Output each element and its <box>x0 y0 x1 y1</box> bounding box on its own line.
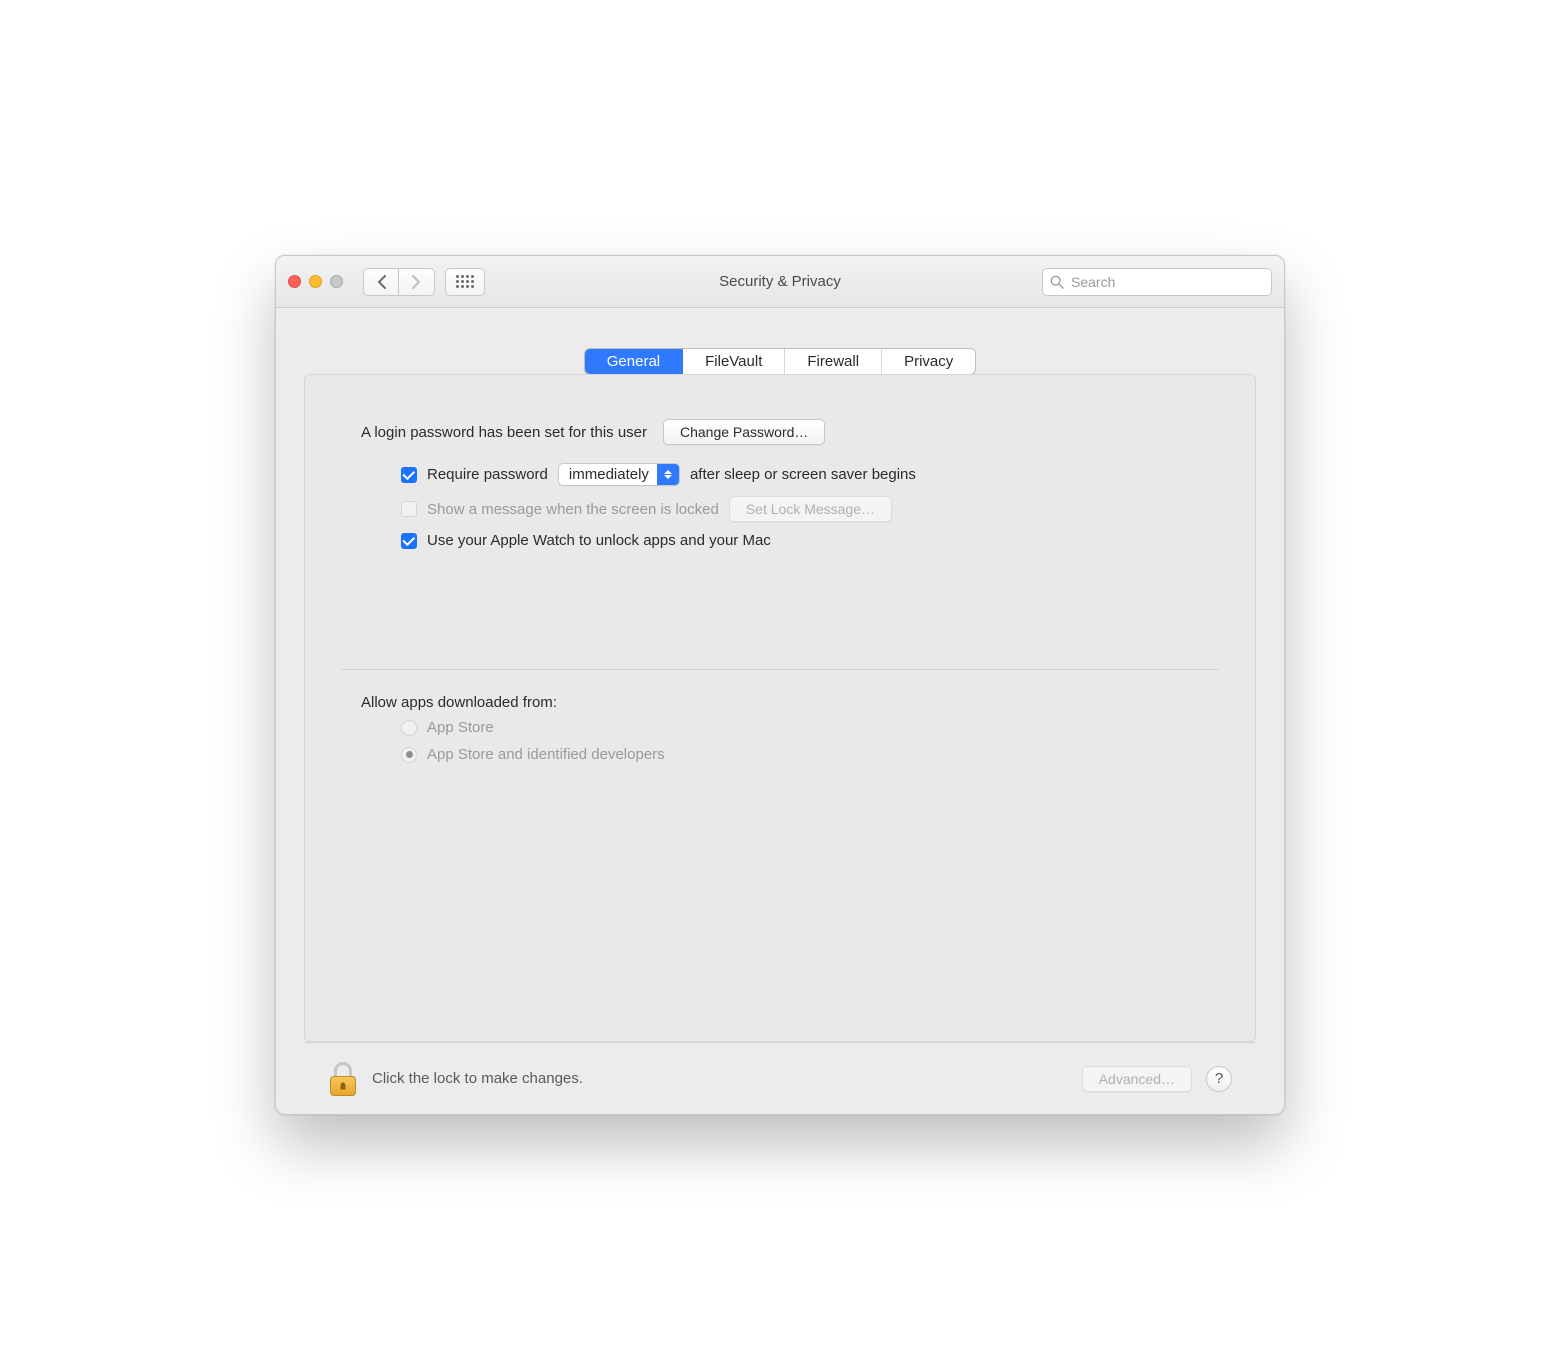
require-password-label-after: after sleep or screen saver begins <box>690 466 916 483</box>
nav-buttons <box>363 268 435 296</box>
require-password-label-before: Require password <box>427 466 548 483</box>
tab-general[interactable]: General <box>585 349 683 374</box>
search-wrap <box>1042 268 1272 296</box>
login-password-row: A login password has been set for this u… <box>361 419 1199 445</box>
set-lock-message-button: Set Lock Message… <box>729 496 892 522</box>
allow-from-option-identified: App Store and identified developers <box>401 746 1199 763</box>
search-input[interactable] <box>1042 268 1272 296</box>
show-message-label: Show a message when the screen is locked <box>427 501 719 518</box>
lock-icon-body <box>330 1076 356 1096</box>
zoom-window-button <box>330 275 343 288</box>
back-button[interactable] <box>363 268 399 296</box>
divider <box>341 669 1219 670</box>
chevron-left-icon <box>377 275 386 289</box>
select-stepper-icon <box>657 464 679 485</box>
forward-button <box>399 268 435 296</box>
preferences-window: Security & Privacy General FileVault Fir… <box>275 255 1285 1115</box>
tab-bar: General FileVault Firewall Privacy <box>584 348 977 375</box>
allow-from-title: Allow apps downloaded from: <box>361 694 1199 711</box>
show-message-checkbox <box>401 501 417 517</box>
show-message-row: Show a message when the screen is locked… <box>401 496 1199 522</box>
titlebar: Security & Privacy <box>276 256 1284 308</box>
login-password-text: A login password has been set for this u… <box>361 424 647 441</box>
help-button[interactable]: ? <box>1206 1066 1232 1092</box>
window-controls <box>288 275 343 288</box>
tab-firewall[interactable]: Firewall <box>785 349 882 374</box>
chevron-right-icon <box>412 275 421 289</box>
change-password-button[interactable]: Change Password… <box>663 419 825 445</box>
tab-privacy[interactable]: Privacy <box>882 349 975 374</box>
require-password-row: Require password immediately after sleep… <box>401 463 1199 486</box>
close-window-button[interactable] <box>288 275 301 288</box>
require-password-delay-value: immediately <box>569 466 649 483</box>
radio-appstore <box>401 720 417 736</box>
body: General FileVault Firewall Privacy A log… <box>276 308 1284 1114</box>
minimize-window-button[interactable] <box>309 275 322 288</box>
apple-watch-row: Use your Apple Watch to unlock apps and … <box>401 532 1199 549</box>
tab-filevault[interactable]: FileVault <box>683 349 785 374</box>
radio-appstore-label: App Store <box>427 719 494 736</box>
lock-text: Click the lock to make changes. <box>372 1070 583 1087</box>
advanced-button: Advanced… <box>1082 1066 1192 1092</box>
show-all-button[interactable] <box>445 268 485 296</box>
require-password-delay-select[interactable]: immediately <box>558 463 680 486</box>
search-icon <box>1050 275 1064 289</box>
grid-icon <box>456 275 474 288</box>
general-panel: A login password has been set for this u… <box>304 374 1256 1042</box>
apple-watch-checkbox[interactable] <box>401 533 417 549</box>
lock-button[interactable] <box>328 1062 358 1096</box>
radio-identified <box>401 747 417 763</box>
apple-watch-label: Use your Apple Watch to unlock apps and … <box>427 532 771 549</box>
radio-identified-label: App Store and identified developers <box>427 746 665 763</box>
require-password-checkbox[interactable] <box>401 467 417 483</box>
allow-from-option-appstore: App Store <box>401 719 1199 736</box>
footer: Click the lock to make changes. Advanced… <box>304 1042 1256 1114</box>
